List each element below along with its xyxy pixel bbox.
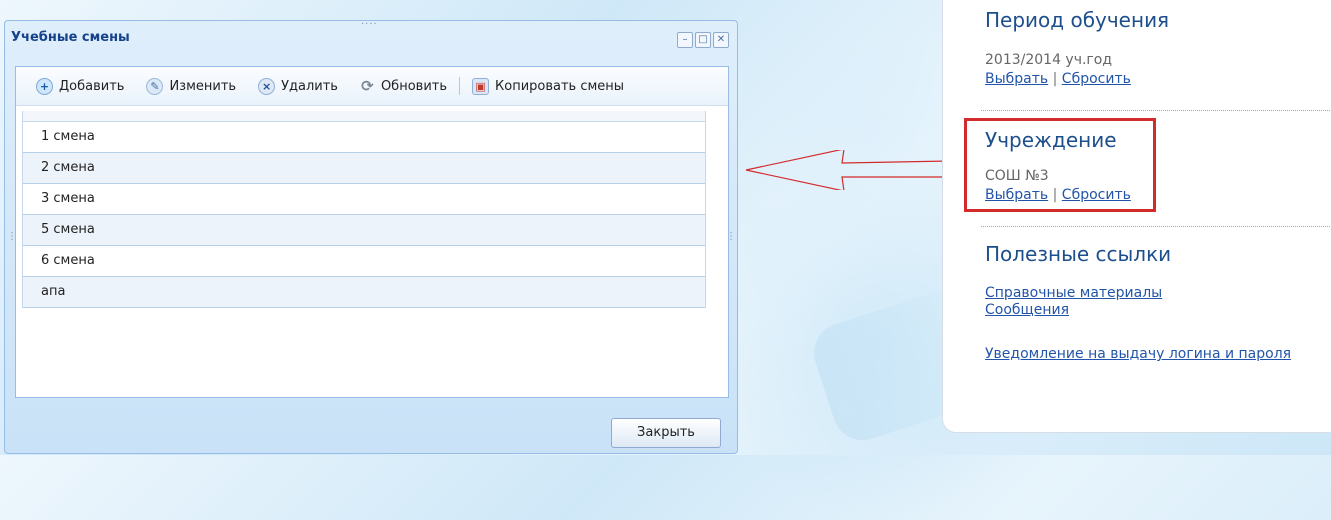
table-row[interactable]: 2 смена bbox=[23, 153, 705, 184]
grid-body: 1 смена 2 смена 3 смена 5 смена 6 смена апа bbox=[23, 122, 705, 308]
edit-button[interactable]: ✎ Изменить bbox=[146, 77, 237, 95]
period-actions: Выбрать | Сбросить bbox=[985, 71, 1131, 87]
maximize-icon[interactable]: □ bbox=[695, 32, 711, 48]
divider bbox=[981, 226, 1331, 227]
dialog-title: Учебные смены bbox=[11, 30, 130, 45]
close-button[interactable]: Закрыть bbox=[611, 418, 721, 448]
close-icon[interactable]: ✕ bbox=[713, 32, 729, 48]
period-title: Период обучения bbox=[985, 8, 1170, 32]
minimize-icon[interactable]: – bbox=[677, 32, 693, 48]
add-label: Добавить bbox=[59, 78, 125, 94]
delete-label: Удалить bbox=[281, 78, 338, 94]
info-panel: Период обучения 2013/2014 уч.год Выбрать… bbox=[942, 0, 1331, 433]
delete-button[interactable]: × Удалить bbox=[258, 77, 338, 95]
plus-icon: + bbox=[36, 77, 53, 95]
refresh-button[interactable]: ⟳ Обновить bbox=[360, 76, 448, 95]
refresh-icon: ⟳ bbox=[361, 76, 374, 95]
x-icon: × bbox=[258, 77, 276, 95]
window-controls: – □ ✕ bbox=[677, 32, 729, 48]
divider bbox=[981, 110, 1331, 111]
table-row[interactable]: апа bbox=[23, 277, 705, 308]
copy-icon: ▣ bbox=[472, 77, 490, 95]
link-login-notice[interactable]: Уведомление на выдачу логина и пароля bbox=[985, 346, 1291, 362]
table-row[interactable]: 1 смена bbox=[23, 122, 705, 153]
add-button[interactable]: + Добавить bbox=[36, 77, 125, 95]
period-reset-link[interactable]: Сбросить bbox=[1062, 71, 1131, 87]
separator: | bbox=[1052, 71, 1058, 87]
toolbar-separator bbox=[459, 77, 461, 95]
shifts-panel: + Добавить ✎ Изменить × Удалить ⟳ Обнови… bbox=[15, 66, 729, 398]
links-title: Полезные ссылки bbox=[985, 242, 1172, 266]
edit-label: Изменить bbox=[169, 78, 237, 94]
shifts-grid: 1 смена 2 смена 3 смена 5 смена 6 смена апа bbox=[22, 111, 706, 308]
copy-shifts-button[interactable]: ▣ Копировать смены bbox=[472, 77, 625, 95]
copy-label: Копировать смены bbox=[495, 78, 625, 94]
link-messages[interactable]: Сообщения bbox=[985, 302, 1069, 318]
link-reference-materials[interactable]: Справочные материалы bbox=[985, 285, 1162, 301]
period-select-link[interactable]: Выбрать bbox=[985, 71, 1048, 87]
institution-highlight-box bbox=[964, 118, 1156, 212]
table-row[interactable]: 5 смена bbox=[23, 215, 705, 246]
grid-header bbox=[23, 111, 705, 122]
annotation-arrow-icon bbox=[745, 150, 950, 190]
table-row[interactable]: 3 смена bbox=[23, 184, 705, 215]
shifts-dialog: ···· ⋮ ⋮ Учебные смены – □ ✕ + Добавить … bbox=[4, 19, 738, 454]
refresh-label: Обновить bbox=[380, 78, 448, 94]
table-row[interactable]: 6 смена bbox=[23, 246, 705, 277]
toolbar: + Добавить ✎ Изменить × Удалить ⟳ Обнови… bbox=[16, 67, 728, 106]
pencil-icon: ✎ bbox=[146, 77, 164, 95]
period-value: 2013/2014 уч.год bbox=[985, 52, 1113, 68]
resize-grip-top[interactable]: ···· bbox=[361, 19, 378, 30]
